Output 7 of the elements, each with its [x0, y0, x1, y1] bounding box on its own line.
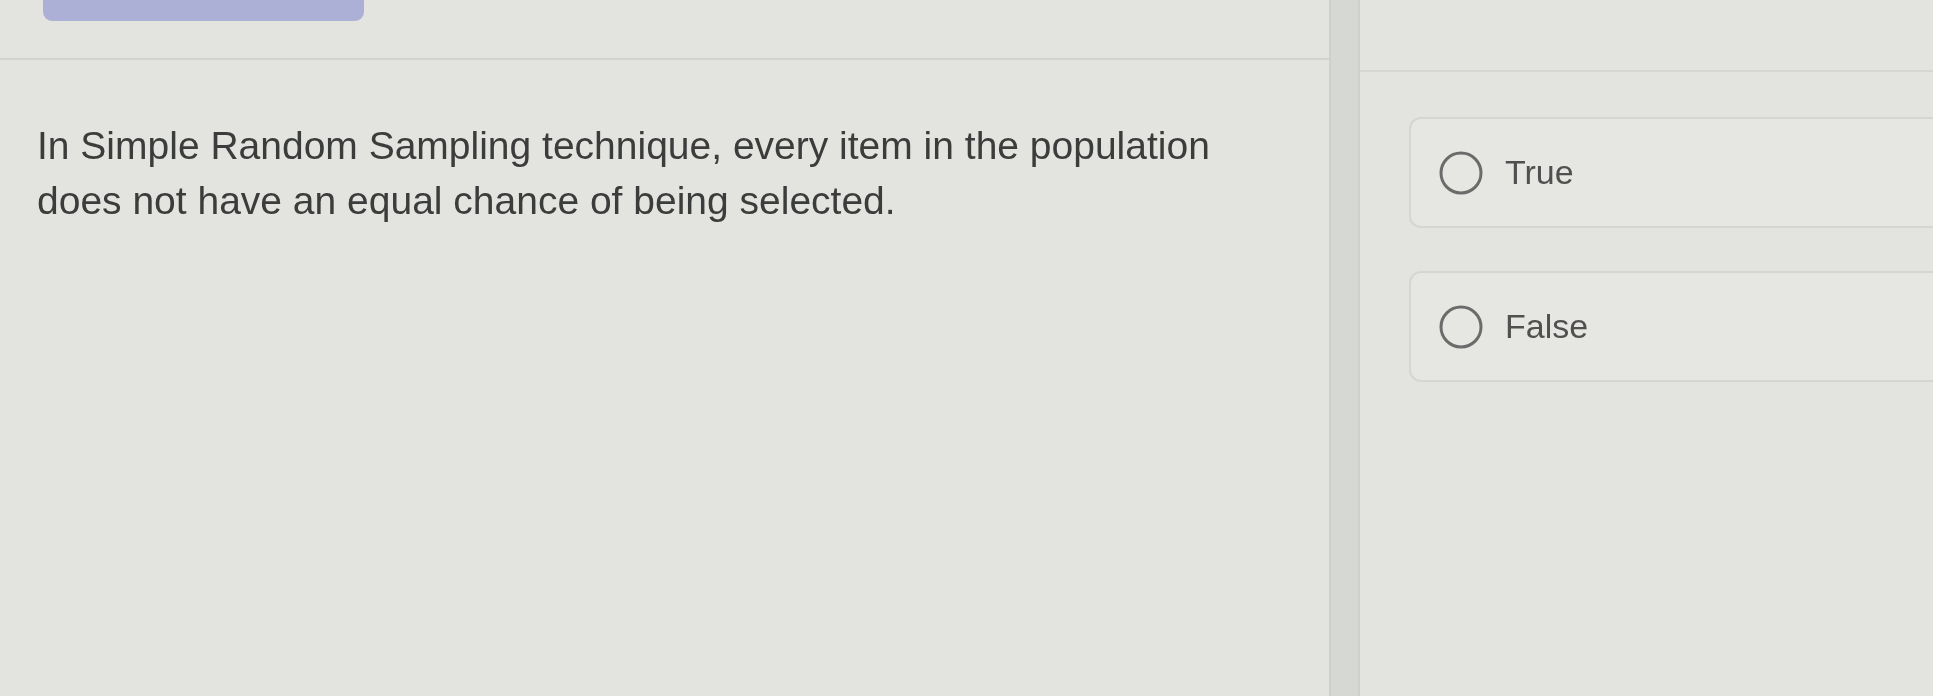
option-label: False [1505, 307, 1589, 346]
radio-button-icon[interactable] [1439, 150, 1483, 195]
radio-button-icon[interactable] [1439, 304, 1483, 349]
option-label: True [1505, 153, 1574, 192]
question-text: In Simple Random Sampling technique, every item in the population does not have an equal chance of being selected. [37, 123, 1211, 224]
answer-option[interactable]: True [1409, 117, 1933, 228]
answer-option[interactable]: False [1409, 271, 1933, 382]
